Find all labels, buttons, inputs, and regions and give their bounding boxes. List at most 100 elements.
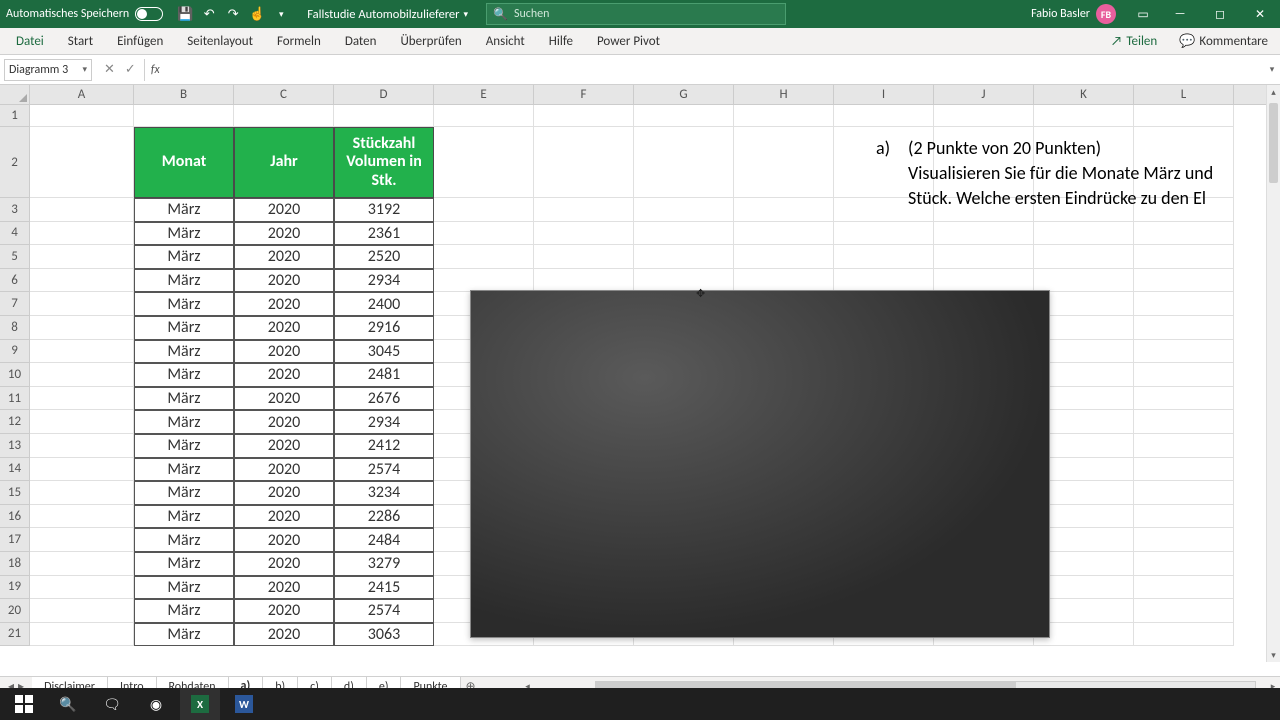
cell[interactable]: 2415 [334, 576, 434, 600]
column-header[interactable]: L [1134, 85, 1234, 104]
cell[interactable] [734, 127, 834, 198]
cell[interactable] [1134, 316, 1234, 340]
row-header[interactable]: 4 [0, 222, 29, 246]
cell[interactable] [434, 245, 534, 269]
cell[interactable]: 3279 [334, 552, 434, 576]
cell[interactable] [30, 599, 134, 623]
cell[interactable] [534, 198, 634, 222]
cell[interactable]: 2020 [234, 363, 334, 387]
cell[interactable] [434, 222, 534, 246]
ribbon-tab-power pivot[interactable]: Power Pivot [585, 28, 672, 55]
ribbon-tab-hilfe[interactable]: Hilfe [537, 28, 585, 55]
scroll-thumb[interactable] [1269, 103, 1278, 183]
cell[interactable] [834, 222, 934, 246]
cell[interactable] [30, 434, 134, 458]
cell[interactable]: 2574 [334, 599, 434, 623]
cell[interactable] [1134, 528, 1234, 552]
cell[interactable] [1134, 505, 1234, 529]
cell[interactable] [434, 105, 534, 127]
share-button[interactable]: ↗ Teilen [1103, 34, 1165, 49]
ribbon-tab-überprüfen[interactable]: Überprüfen [388, 28, 473, 55]
ribbon-tab-formeln[interactable]: Formeln [265, 28, 333, 55]
formula-input[interactable] [166, 59, 1264, 81]
cell[interactable]: 2676 [334, 387, 434, 411]
cell[interactable]: 2020 [234, 292, 334, 316]
cell[interactable] [1134, 292, 1234, 316]
row-header[interactable]: 2 [0, 127, 29, 198]
column-header[interactable]: J [934, 85, 1034, 104]
worksheet[interactable]: ABCDEFGHIJKL 123456789101112131415161718… [0, 85, 1280, 676]
cell[interactable] [30, 127, 134, 198]
cell[interactable] [1134, 222, 1234, 246]
cell[interactable] [1134, 387, 1234, 411]
cell[interactable]: März [134, 434, 234, 458]
cell[interactable] [734, 105, 834, 127]
row-header[interactable]: 12 [0, 410, 29, 434]
cell[interactable] [634, 105, 734, 127]
cell[interactable] [934, 269, 1034, 293]
ribbon-tab-ansicht[interactable]: Ansicht [474, 28, 537, 55]
cell[interactable] [30, 292, 134, 316]
row-header[interactable]: 20 [0, 599, 29, 623]
cell[interactable] [434, 198, 534, 222]
search-taskbar-icon[interactable]: 🔍 [48, 688, 88, 720]
column-header[interactable]: C [234, 85, 334, 104]
cell[interactable]: 2020 [234, 245, 334, 269]
cell[interactable] [30, 552, 134, 576]
cell[interactable] [30, 623, 134, 647]
cell[interactable]: 2020 [234, 458, 334, 482]
expand-formula-bar-icon[interactable]: ▾ [1264, 64, 1280, 75]
minimize-button[interactable]: — [1160, 0, 1200, 28]
cell[interactable] [634, 198, 734, 222]
cell[interactable] [534, 269, 634, 293]
cell[interactable] [934, 105, 1034, 127]
chevron-down-icon[interactable]: ▾ [82, 64, 87, 75]
cell[interactable] [734, 222, 834, 246]
cell[interactable]: März [134, 576, 234, 600]
cell[interactable] [834, 245, 934, 269]
cell[interactable]: 3045 [334, 340, 434, 364]
cell[interactable]: Jahr [234, 127, 334, 198]
row-header[interactable]: 16 [0, 505, 29, 529]
search-input[interactable]: 🔍 Suchen [486, 3, 786, 25]
cell[interactable] [934, 222, 1034, 246]
column-header[interactable]: F [534, 85, 634, 104]
cell[interactable] [934, 245, 1034, 269]
cell[interactable] [734, 198, 834, 222]
column-header[interactable]: K [1034, 85, 1134, 104]
cell[interactable] [1134, 458, 1234, 482]
cell[interactable] [30, 505, 134, 529]
cell[interactable]: März [134, 599, 234, 623]
cell[interactable] [834, 105, 934, 127]
row-headers[interactable]: 123456789101112131415161718192021 [0, 105, 30, 646]
cell[interactable] [1134, 410, 1234, 434]
cell[interactable]: Monat [134, 127, 234, 198]
cell[interactable]: 2020 [234, 340, 334, 364]
cell[interactable]: 2020 [234, 316, 334, 340]
cell[interactable] [1034, 245, 1134, 269]
cell[interactable]: 2020 [234, 528, 334, 552]
cell[interactable]: 2020 [234, 599, 334, 623]
cell[interactable] [634, 269, 734, 293]
excel-taskbar-icon[interactable]: X [180, 688, 220, 720]
vertical-scrollbar[interactable]: ▴ ▾ [1266, 85, 1280, 662]
toggle-switch[interactable] [135, 7, 163, 21]
cell[interactable]: 2361 [334, 222, 434, 246]
chart-object[interactable] [470, 290, 1050, 638]
name-box[interactable]: Diagramm 3 ▾ [4, 59, 92, 81]
row-header[interactable]: 5 [0, 245, 29, 269]
cell[interactable]: März [134, 528, 234, 552]
column-header[interactable]: E [434, 85, 534, 104]
row-header[interactable]: 19 [0, 576, 29, 600]
cell[interactable] [1034, 269, 1134, 293]
cell[interactable] [634, 245, 734, 269]
column-header[interactable]: A [30, 85, 134, 104]
cell[interactable]: März [134, 316, 234, 340]
row-header[interactable]: 3 [0, 198, 29, 222]
cell[interactable]: 2286 [334, 505, 434, 529]
cell[interactable]: März [134, 481, 234, 505]
cell[interactable]: 2412 [334, 434, 434, 458]
cell[interactable] [334, 105, 434, 127]
ribbon-tab-start[interactable]: Start [56, 28, 105, 55]
row-header[interactable]: 17 [0, 528, 29, 552]
